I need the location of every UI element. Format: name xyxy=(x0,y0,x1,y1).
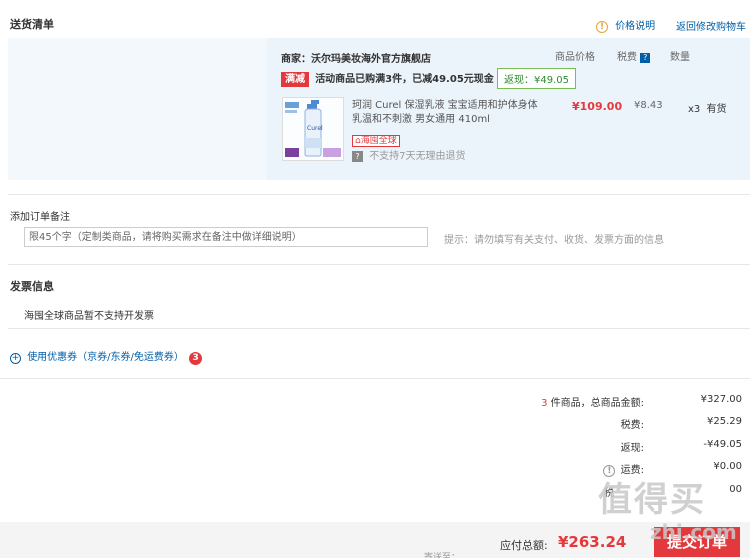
remark-input[interactable] xyxy=(24,227,428,247)
svg-text:Curel: Curel xyxy=(307,125,323,132)
coupon-toggle[interactable]: + 使用优惠券（京券/东券/免运费券） 3 xyxy=(10,348,203,365)
summary-rebate-label: 返现: xyxy=(620,443,644,454)
divider xyxy=(0,378,750,379)
divider xyxy=(8,194,750,195)
coupon-label: 使用优惠券（京券/东券/免运费券） xyxy=(27,352,184,363)
summary-count-suffix: 件商品，总商品金额: xyxy=(550,398,644,409)
divider xyxy=(8,264,750,265)
product-price: ¥109.00 xyxy=(572,100,623,113)
column-price: 商品价格 xyxy=(555,52,595,63)
divider xyxy=(8,328,750,329)
column-tax-label: 税费 xyxy=(617,52,637,63)
no-return-row: ? 不支持7天无理由退货 xyxy=(352,147,466,162)
product-qty-stock: x3 有货 xyxy=(688,100,726,115)
price-note-label: 价格说明 xyxy=(615,21,656,32)
column-tax: 税费 ? xyxy=(617,48,651,63)
summary-rebate: -¥49.05 xyxy=(703,439,742,450)
pay-label: 应付总额: xyxy=(500,539,548,552)
watermark-logo: 值得买 xyxy=(598,480,706,520)
price-note-link[interactable]: ! 价格说明 xyxy=(596,17,655,33)
global-badge-row: ⌂海囤全球 xyxy=(352,133,400,147)
promo-text: 活动商品已购满3件，已减49.05元现金 xyxy=(315,74,494,85)
product-name[interactable]: 珂润 Curel 保湿乳液 宝宝适用和护体身体乳温和不刺激 男女通用 410ml xyxy=(352,99,542,127)
stock-status: 有货 xyxy=(706,104,727,115)
product-bottle-icon: Curel xyxy=(283,98,343,160)
global-badge: ⌂海囤全球 xyxy=(352,135,400,147)
plus-circle-icon: + xyxy=(10,353,21,364)
section-title-delivery: 送货清单 xyxy=(10,18,54,31)
rebate-badge: 返现：¥49.05 xyxy=(497,68,576,89)
question-icon[interactable]: ? xyxy=(640,53,651,63)
summary-tax: ¥25.29 xyxy=(707,416,742,427)
summary-count: 3 xyxy=(541,398,548,409)
summary-ship: ¥0.00 xyxy=(713,461,742,472)
info-icon: ! xyxy=(596,21,608,33)
coupon-count-badge: 3 xyxy=(189,352,203,365)
promo-badge: 满减 xyxy=(281,72,309,87)
summary-items-label: 3 件商品，总商品金额: xyxy=(541,394,644,409)
pay-value: ¥263.24 xyxy=(558,533,627,551)
product-tax: ¥8.43 xyxy=(634,100,663,111)
order-footer xyxy=(0,522,750,558)
column-qty: 数量 xyxy=(670,52,690,63)
remark-hint: 提示：请勿填写有关支付、收货、发票方面的信息 xyxy=(444,235,664,246)
promo-row: 满减 活动商品已购满3件，已减49.05元现金 xyxy=(281,70,494,87)
watermark-site: zhi.com xyxy=(650,520,737,544)
summary-partial-value: 00 xyxy=(729,484,742,495)
summary-tax-label: 税费: xyxy=(620,420,644,431)
merchant-name: 商家：沃尔玛美妆海外官方旗舰店 xyxy=(281,54,431,65)
product-qty: x3 xyxy=(688,104,701,115)
return-policy-icon: ? xyxy=(352,151,363,162)
back-to-cart-link[interactable]: 返回修改购物车 xyxy=(676,18,746,33)
product-thumbnail[interactable]: Curel xyxy=(282,97,344,161)
footer-note: 寄送至： xyxy=(424,553,461,558)
invoice-title: 发票信息 xyxy=(10,280,54,293)
invoice-text: 海囤全球商品暂不支持开发票 xyxy=(24,311,154,322)
no-return-text: 不支持7天无理由退货 xyxy=(369,151,466,162)
summary-total: ¥327.00 xyxy=(700,394,742,405)
remark-label: 添加订单备注 xyxy=(10,212,70,223)
